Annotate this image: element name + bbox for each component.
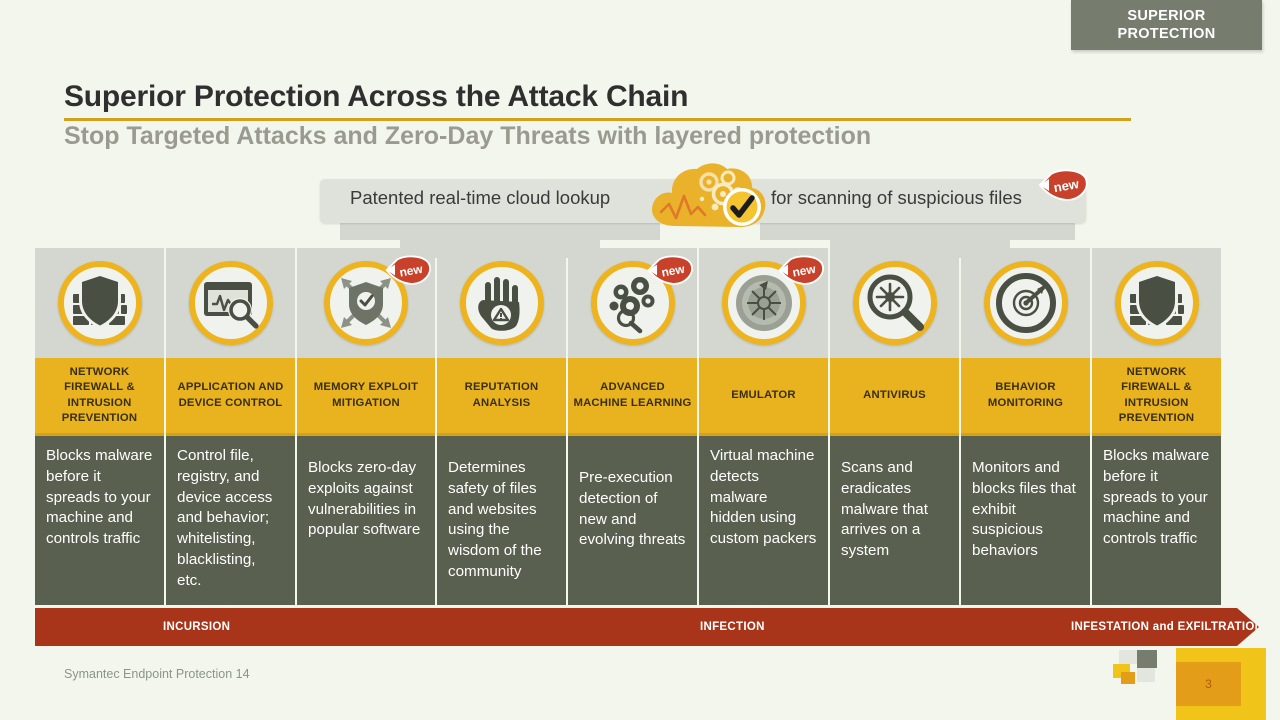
layer-label: NETWORK FIREWALL & INTRUSION PREVENTION <box>35 358 164 433</box>
protection-layer-column[interactable]: NETWORK FIREWALL & INTRUSION PREVENTION B… <box>1092 248 1221 605</box>
layer-description: Determines safety of files and websites … <box>437 433 566 605</box>
layer-label: NETWORK FIREWALL & INTRUSION PREVENTION <box>1092 358 1221 433</box>
attack-chain-stage-bar: INCURSION INFECTION INFESTATION and EXFILT… <box>35 608 1259 646</box>
antivirus-magnifier-virus-icon <box>852 261 937 345</box>
protection-layer-column[interactable]: REPUTATION ANALYSIS Determines safety of … <box>437 248 566 605</box>
layer-description: Monitors and blocks files that exhibit s… <box>961 433 1090 605</box>
layer-icon-panel: new <box>297 248 435 358</box>
layer-icon-panel <box>1092 248 1221 358</box>
layer-icon-panel: new <box>568 248 697 358</box>
new-badge-icon: new <box>647 255 693 285</box>
attack-stage: INFESTATION and EXFILTRATION <box>1025 608 1259 646</box>
layer-description: Pre-execution detection of new and evolv… <box>568 433 697 605</box>
layer-description: Virtual machine detects malware hidden u… <box>699 433 828 605</box>
layer-label: APPLICATION AND DEVICE CONTROL <box>166 358 295 433</box>
layer-icon-panel <box>961 248 1090 358</box>
layer-description: Control file, registry, and device acces… <box>166 433 295 605</box>
protection-layer-column[interactable]: BEHAVIOR MONITORING Monitors and blocks f… <box>961 248 1090 605</box>
attack-stage: INCURSION <box>35 608 415 646</box>
layer-description: Scans and eradicates malware that arrive… <box>830 433 959 605</box>
new-badge-icon: new <box>778 255 824 285</box>
cloud-banner-text-left: Patented real-time cloud lookup <box>350 187 611 208</box>
new-badge-icon: new <box>385 255 431 285</box>
cloud-gears-checkmark-icon <box>651 163 766 227</box>
layer-description: Blocks malware before it spreads to your… <box>35 433 164 605</box>
protection-layer-column[interactable]: APPLICATION AND DEVICE CONTROL Control fi… <box>166 248 295 605</box>
layer-label: BEHAVIOR MONITORING <box>961 358 1090 433</box>
attack-stage-label: INFECTION <box>700 621 765 633</box>
page-number: 3 <box>1176 662 1241 706</box>
reputation-hand-stop-icon <box>459 261 544 345</box>
protection-layer-column[interactable]: ANTIVIRUS Scans and eradicates malware th… <box>830 248 959 605</box>
corner-banner-line2: PROTECTION <box>1117 26 1216 42</box>
protection-layer-column[interactable]: new MEMORY EXPLOIT MITIGATION Blocks zero… <box>297 248 435 605</box>
application-window-monitor-magnifier-icon <box>188 261 273 345</box>
layer-label: ANTIVIRUS <box>830 358 959 433</box>
layer-label: EMULATOR <box>699 358 828 433</box>
attack-stage-label: INCURSION <box>163 621 231 633</box>
layer-icon-panel: new <box>699 248 828 358</box>
attack-stage-label: INFESTATION and EXFILTRATION <box>1071 621 1264 633</box>
footer-product-name: Symantec Endpoint Protection 14 <box>64 667 250 681</box>
firewall-shield-brick-icon <box>57 261 142 345</box>
layer-description: Blocks malware before it spreads to your… <box>1092 433 1221 605</box>
protection-layer-column[interactable]: new ADVANCED MACHINE LEARNING Pre-executi… <box>568 248 697 605</box>
title-divider <box>64 118 1131 121</box>
cloud-banner-text-right: for scanning of suspicious files <box>771 187 1022 208</box>
firewall-shield-brick-icon <box>1114 261 1199 345</box>
layer-label: REPUTATION ANALYSIS <box>437 358 566 433</box>
logo-squares-icon <box>1113 650 1157 684</box>
layer-icon-panel <box>166 248 295 358</box>
protection-layers-row: NETWORK FIREWALL & INTRUSION PREVENTION B… <box>35 248 1245 605</box>
page-title: Superior Protection Across the Attack Ch… <box>64 80 689 113</box>
layer-icon-panel <box>437 248 566 358</box>
corner-banner: SUPERIOR PROTECTION <box>1071 0 1262 50</box>
page-subtitle: Stop Targeted Attacks and Zero-Day Threa… <box>64 122 872 150</box>
layer-label: ADVANCED MACHINE LEARNING <box>568 358 697 433</box>
layer-description: Blocks zero-day exploits against vulnera… <box>297 433 435 605</box>
corner-banner-line1: SUPERIOR <box>1127 8 1206 24</box>
new-badge-icon: new <box>1038 169 1088 202</box>
behavior-monitoring-radar-icon <box>983 261 1068 345</box>
layer-icon-panel <box>830 248 959 358</box>
layer-icon-panel <box>35 248 164 358</box>
protection-layer-column[interactable]: new EMULATOR Virtual machine detects malw… <box>699 248 828 605</box>
protection-layer-column[interactable]: NETWORK FIREWALL & INTRUSION PREVENTION B… <box>35 248 164 605</box>
attack-stage: INFECTION <box>405 608 1035 646</box>
layer-label: MEMORY EXPLOIT MITIGATION <box>297 358 435 433</box>
